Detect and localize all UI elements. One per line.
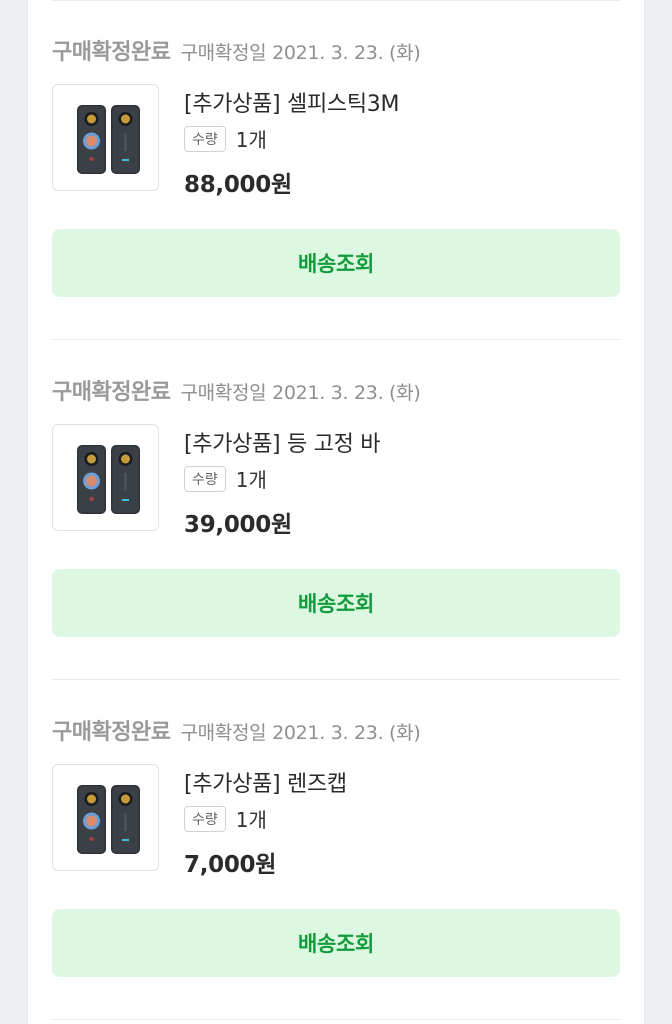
- quantity-row: 수량 1개: [184, 804, 267, 833]
- order-status-label: 구매확정완료: [52, 380, 171, 405]
- purchase-confirm-date: 구매확정일 2021. 3. 23. (화): [180, 42, 421, 64]
- product-name[interactable]: [추가상품] 등 고정 바: [184, 426, 380, 458]
- quantity-value: 1개: [235, 808, 267, 832]
- quantity-badge: 수량: [184, 465, 226, 492]
- purchase-confirm-date: 구매확정일 2021. 3. 23. (화): [180, 382, 421, 404]
- order-card: 구매확정완료 구매확정일 2021. 3. 23. (화) [추가상품] 셀피스…: [52, 0, 620, 340]
- card-divider: [52, 1019, 620, 1020]
- order-list-page: 구매확정완료 구매확정일 2021. 3. 23. (화) [추가상품] 셀피스…: [27, 0, 645, 1024]
- product-price: 7,000원: [184, 852, 277, 878]
- quantity-badge: 수량: [184, 125, 226, 152]
- quantity-value: 1개: [235, 128, 267, 152]
- order-status-row: 구매확정완료 구매확정일 2021. 3. 23. (화): [52, 34, 421, 66]
- camera-product-image: [77, 105, 140, 174]
- track-delivery-button[interactable]: 배송조회: [52, 229, 620, 297]
- order-card: 구매확정완료 구매확정일 2021. 3. 23. (화) [추가상품] 등 고…: [52, 340, 620, 680]
- quantity-row: 수량 1개: [184, 124, 267, 153]
- order-status-row: 구매확정완료 구매확정일 2021. 3. 23. (화): [52, 374, 421, 406]
- product-thumbnail[interactable]: [52, 764, 159, 871]
- order-status-label: 구매확정완료: [52, 40, 171, 65]
- order-status-row: 구매확정완료 구매확정일 2021. 3. 23. (화): [52, 714, 421, 746]
- order-card: 구매확정완료 구매확정일 2021. 3. 23. (화) [추가상품] 렌즈캡: [52, 680, 620, 1020]
- product-name[interactable]: [추가상품] 셀피스틱3M: [184, 86, 399, 118]
- track-delivery-button[interactable]: 배송조회: [52, 909, 620, 977]
- quantity-badge: 수량: [184, 805, 226, 832]
- product-price: 88,000원: [184, 172, 292, 198]
- quantity-value: 1개: [235, 468, 267, 492]
- order-status-label: 구매확정완료: [52, 720, 171, 745]
- camera-product-image: [77, 445, 140, 514]
- product-price: 39,000원: [184, 512, 292, 538]
- purchase-confirm-date: 구매확정일 2021. 3. 23. (화): [180, 722, 421, 744]
- product-name[interactable]: [추가상품] 렌즈캡: [184, 766, 347, 798]
- product-thumbnail[interactable]: [52, 424, 159, 531]
- quantity-row: 수량 1개: [184, 464, 267, 493]
- track-delivery-button[interactable]: 배송조회: [52, 569, 620, 637]
- camera-product-image: [77, 785, 140, 854]
- product-thumbnail[interactable]: [52, 84, 159, 191]
